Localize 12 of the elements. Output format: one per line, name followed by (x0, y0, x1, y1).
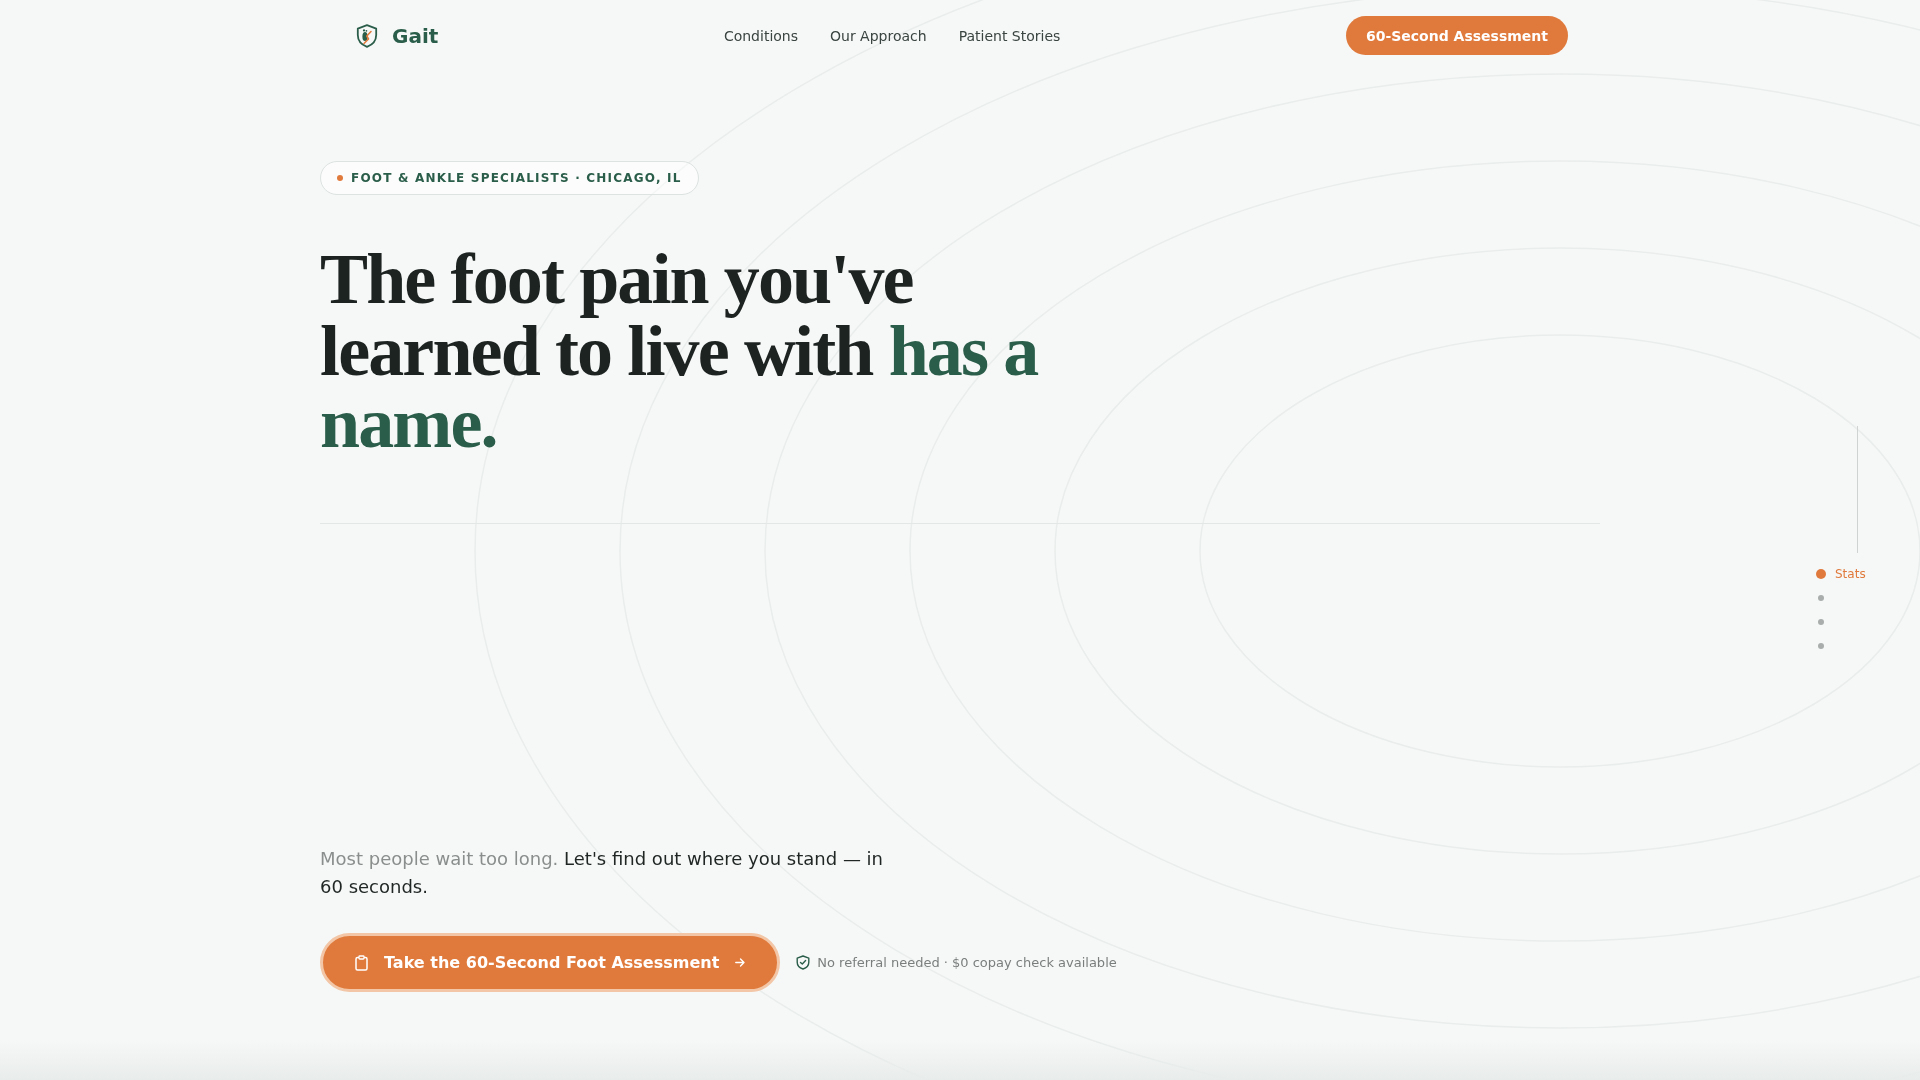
referral-note: No referral needed · $0 copay check available (817, 956, 1117, 969)
nav-link[interactable]: Patient Stories (958, 28, 1061, 43)
nav-link[interactable]: Our Approach (830, 28, 927, 43)
shield-logo-icon[interactable] (356, 23, 378, 48)
hero-intro: Most people wait too long. Let's find out where you stand — in 60 seconds. (320, 847, 884, 899)
shield-check-icon (796, 955, 811, 970)
arrow-right-icon (735, 958, 746, 967)
eyebrow-text: FOOT & ANKLE SPECIALISTS · CHICAGO, IL (351, 172, 682, 184)
clipboard-icon (355, 954, 368, 971)
logo-text[interactable]: Gait (392, 25, 439, 46)
nav-link[interactable]: Conditions (723, 28, 798, 43)
hero-headline: The foot pain you've learned to live with has a name. (320, 243, 1039, 459)
